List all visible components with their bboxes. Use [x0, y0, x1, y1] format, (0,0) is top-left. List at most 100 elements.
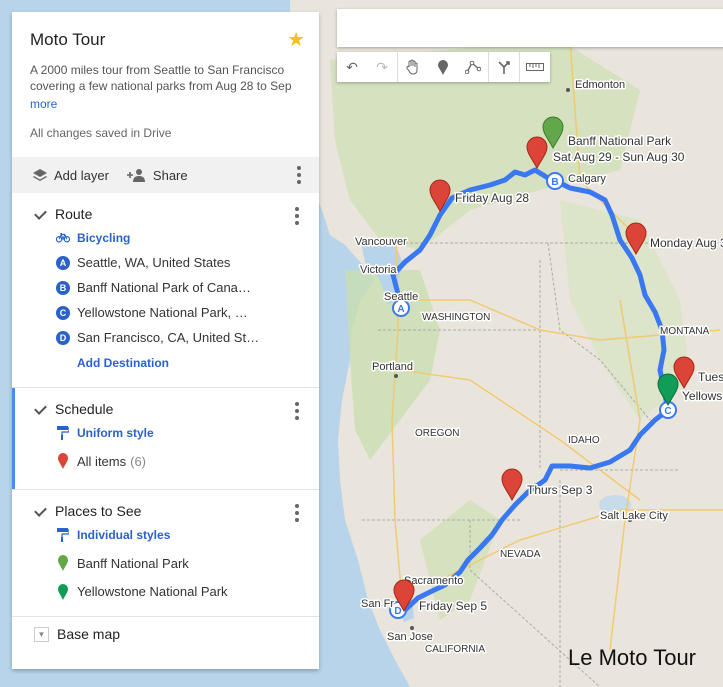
route-mode[interactable]: Bicycling [12, 225, 319, 250]
layer-route-header: Route [12, 203, 319, 225]
pin-label-banff: Banff National Park [568, 134, 672, 148]
pin-label-friday-sep-5: Friday Sep 5 [419, 599, 487, 613]
more-link[interactable]: more [30, 97, 301, 111]
pin-label-monday-aug: Monday Aug 3 [650, 236, 723, 250]
save-status: All changes saved in Drive [30, 126, 172, 140]
layer-route-options-icon[interactable] [295, 207, 299, 225]
schedule-all-items[interactable]: All items (6) [12, 445, 319, 477]
layer-route-checkbox[interactable] [34, 208, 47, 221]
directions-icon[interactable] [489, 52, 519, 82]
label-montana: MONTANA [660, 326, 710, 337]
places-style-link[interactable]: Individual styles [12, 522, 319, 547]
schedule-count: (6) [130, 453, 147, 469]
place-item-label: Banff National Park [77, 555, 189, 571]
route-stop-label: Yellowstone National Park, … [77, 305, 248, 320]
layers-icon [33, 169, 47, 181]
route-stop[interactable]: A Seattle, WA, United States [12, 250, 319, 275]
share-label: Share [152, 167, 188, 183]
pin-label-friday-aug-28: Friday Aug 28 [455, 191, 529, 205]
route-stop-label: Banff National Park of Cana… [77, 280, 251, 295]
dot-san-jose [410, 626, 414, 630]
hand-icon[interactable] [398, 52, 428, 82]
layer-route: Route Bicycling A Seattle, WA, United St… [12, 193, 319, 388]
layer-route-title[interactable]: Route [55, 206, 92, 222]
place-item[interactable]: Yellowstone National Park [12, 579, 319, 604]
label-portland: Portland [372, 361, 413, 373]
route-marker-c-label: C [664, 406, 671, 417]
schedule-style-label: Uniform style [77, 425, 154, 440]
layer-schedule-title[interactable]: Schedule [55, 401, 113, 417]
dot-portland [394, 374, 398, 378]
label-vancouver: Vancouver [355, 236, 407, 248]
label-idaho: IDAHO [568, 435, 600, 446]
paint-roller-icon [56, 425, 70, 440]
map-options-icon[interactable] [297, 166, 301, 184]
route-stop[interactable]: C Yellowstone National Park, … [12, 300, 319, 325]
marker-b-icon: B [56, 280, 70, 295]
dot-edmonton [566, 88, 570, 92]
chevron-down-icon: ▼ [34, 626, 49, 642]
draw-line-icon[interactable] [458, 52, 488, 82]
share-button[interactable]: Share [126, 167, 188, 183]
schedule-style-link[interactable]: Uniform style [12, 420, 319, 445]
add-layer-label: Add layer [54, 167, 109, 183]
place-item[interactable]: Banff National Park [12, 547, 319, 579]
place-item-label: Yellowstone National Park [77, 584, 228, 599]
watermark-text: Le Moto Tour [568, 645, 697, 670]
tools-group [398, 52, 489, 82]
marker-a-icon: A [56, 255, 70, 270]
route-stop-label: Seattle, WA, United States [77, 255, 231, 270]
panel-actions: Add layer Share [12, 157, 319, 193]
bicycle-icon [56, 231, 70, 245]
add-layer-button[interactable]: Add layer [32, 168, 109, 183]
undo-icon[interactable]: ↶ [337, 52, 367, 82]
places-style-label: Individual styles [77, 527, 171, 542]
schedule-all-items-label: All items [77, 453, 127, 469]
pin-label-tues: Tues [698, 370, 723, 384]
map-title[interactable]: Moto Tour [30, 30, 301, 50]
route-marker-a-label: A [397, 304, 404, 315]
add-marker-icon[interactable] [428, 52, 458, 82]
layer-places: Places to See Individual styles Banff Na… [12, 490, 319, 617]
route-stop[interactable]: B Banff National Park of Cana… [12, 275, 319, 300]
star-icon[interactable]: ★ [287, 27, 305, 52]
redo-icon[interactable]: ↷ [367, 52, 397, 82]
paint-roller-icon [56, 527, 70, 542]
map-description[interactable]: A 2000 miles tour from Seattle to San Fr… [30, 62, 305, 94]
route-marker-b[interactable]: B [546, 172, 564, 190]
search-box[interactable] [337, 9, 723, 47]
label-california: CALIFORNIA [425, 644, 485, 655]
label-washington: WASHINGTON [422, 312, 490, 323]
label-salt-lake-city: Salt Lake City [600, 510, 668, 522]
pin-label-thurs-sep-3: Thurs Sep 3 [527, 483, 593, 497]
base-map-toggle[interactable]: ▼ Base map [12, 617, 319, 651]
layer-places-header: Places to See [12, 500, 319, 522]
layer-places-checkbox[interactable] [34, 505, 47, 518]
layer-schedule-options-icon[interactable] [295, 402, 299, 420]
label-san-jose: San Jose [387, 631, 433, 643]
add-person-icon [126, 169, 145, 182]
route-stop[interactable]: D San Francisco, CA, United St… [12, 325, 319, 350]
dark-green-pin-icon [56, 583, 70, 600]
label-calgary: Calgary [568, 173, 606, 185]
add-destination-link[interactable]: Add Destination [12, 350, 319, 375]
ruler-icon[interactable] [520, 52, 550, 82]
marker-d-icon: D [56, 330, 70, 345]
route-marker-d-label: D [394, 606, 401, 617]
layer-places-options-icon[interactable] [295, 504, 299, 522]
map-toolbar: ↶ ↷ [337, 52, 550, 82]
green-pin-icon [56, 555, 70, 571]
label-victoria: Victoria [360, 264, 397, 276]
route-stop-label: San Francisco, CA, United St… [77, 330, 260, 345]
layer-schedule-header: Schedule [12, 398, 319, 420]
label-san-francisco: San Fr [361, 598, 394, 610]
route-mode-label: Bicycling [77, 230, 131, 245]
label-edmonton: Edmonton [575, 79, 625, 91]
measure-group [520, 52, 550, 82]
directions-group [489, 52, 520, 82]
layer-places-title[interactable]: Places to See [55, 503, 141, 519]
layer-schedule: Schedule Uniform style All items (6) [12, 388, 319, 490]
map-legend-panel: Moto Tour ★ A 2000 miles tour from Seatt… [12, 12, 319, 669]
history-group: ↶ ↷ [337, 52, 398, 82]
layer-schedule-checkbox[interactable] [34, 403, 47, 416]
